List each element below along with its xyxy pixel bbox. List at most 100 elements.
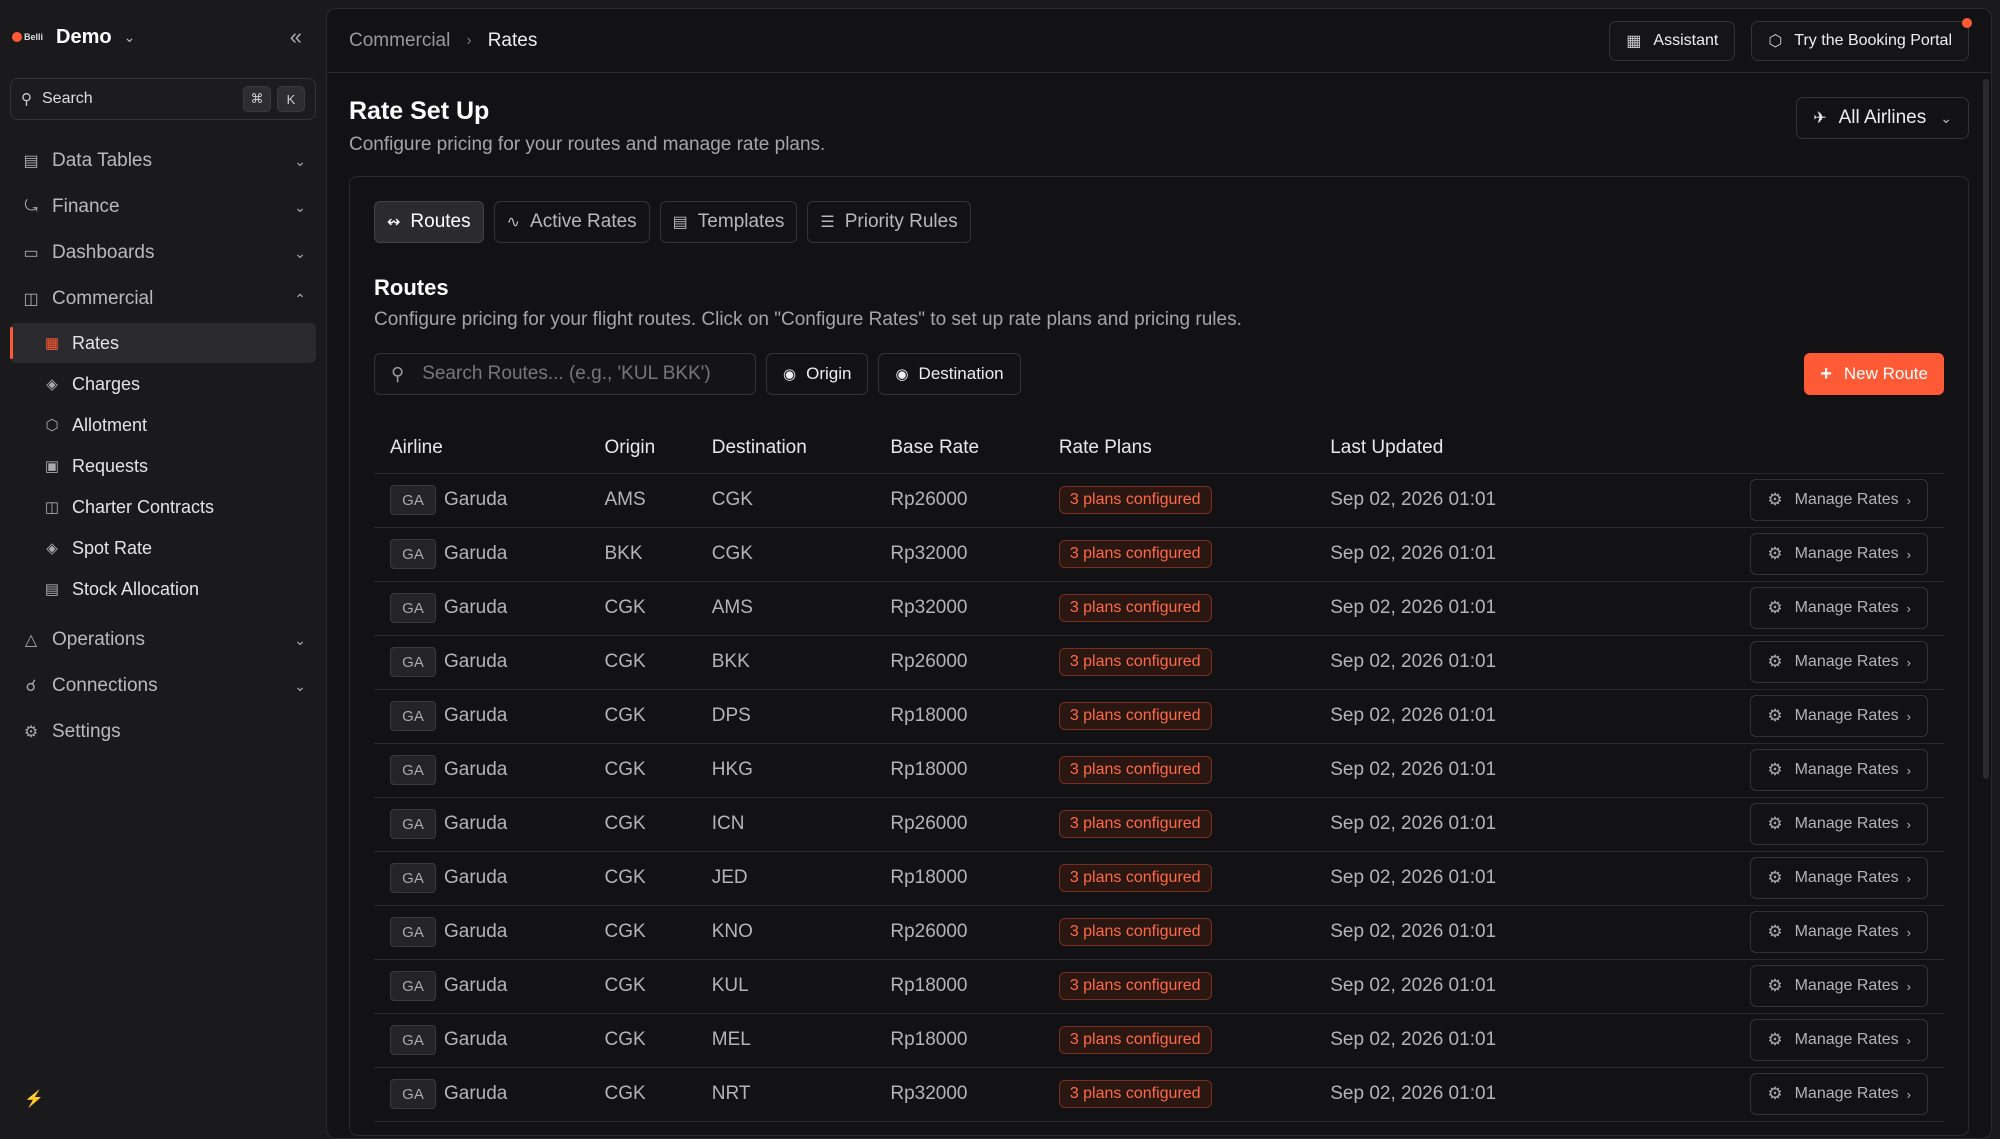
- sidebar: Belli Demo ⌄ « ⚲ Search ⌘ K ▤ Data Table…: [0, 0, 326, 1139]
- sidebar-item-charges[interactable]: ◈ Charges: [10, 364, 316, 404]
- sidebar-item-label: Allotment: [72, 414, 148, 435]
- workspace-switcher[interactable]: Belli Demo ⌄: [10, 16, 316, 58]
- manage-rates-button[interactable]: ⚙ Manage Rates ›: [1750, 1019, 1928, 1061]
- sidebar-item-stock-allocation[interactable]: ▤ Stock Allocation: [10, 569, 316, 609]
- last-updated-cell: Sep 02, 2026 01:01: [1314, 635, 1607, 690]
- airline-cell: GA Garuda: [374, 905, 589, 960]
- nav-group-label: Connections: [52, 675, 158, 696]
- rate-plans-badge: 3 plans configured: [1058, 756, 1212, 784]
- table-row[interactable]: GA Garuda BKK CGK Rp32000 3 plans configured S…: [374, 527, 1944, 582]
- booking-portal-button[interactable]: ⬡ Try the Booking Portal: [1751, 17, 1972, 61]
- nav-group-label: Finance: [52, 196, 120, 217]
- column-header[interactable]: Airline: [374, 423, 589, 474]
- scrollbar[interactable]: [1983, 79, 1989, 779]
- tab-templates[interactable]: ▤ Templates: [659, 201, 798, 243]
- breadcrumb-parent[interactable]: Commercial: [349, 30, 450, 52]
- nav-group-label: Data Tables: [52, 150, 152, 171]
- table-row[interactable]: GA Garuda CGK JED Rp18000 3 plans configured S…: [374, 851, 1944, 906]
- tab-routes[interactable]: ↭ Routes: [374, 201, 484, 243]
- manage-rates-button[interactable]: ⚙ Manage Rates ›: [1750, 641, 1928, 683]
- chevron-right-icon: ›: [1906, 762, 1911, 778]
- gear-icon: ⚙: [1767, 1030, 1783, 1049]
- column-header[interactable]: Destination: [695, 423, 875, 474]
- manage-rates-button[interactable]: ⚙ Manage Rates ›: [1750, 803, 1928, 845]
- nav-group-finance[interactable]: ⤿ Finance ⌄: [10, 184, 316, 230]
- nav-group-settings[interactable]: ⚙ Settings: [10, 709, 316, 755]
- routes-table: Airline Origin Destination Base Rate Rat…: [374, 423, 1944, 1122]
- search-icon: ⚲: [21, 91, 32, 108]
- sidebar-item-spot-rate[interactable]: ◈ Spot Rate: [10, 528, 316, 568]
- airline-name: Garuda: [444, 759, 508, 780]
- manage-rates-button[interactable]: ⚙ Manage Rates ›: [1750, 749, 1928, 791]
- gear-icon: ⚙: [1767, 1084, 1783, 1103]
- package-icon: ⬡: [45, 417, 59, 434]
- manage-rates-button[interactable]: ⚙ Manage Rates ›: [1750, 1073, 1928, 1115]
- manage-rates-button[interactable]: ⚙ Manage Rates ›: [1750, 533, 1928, 575]
- table-row[interactable]: GA Garuda CGK KUL Rp18000 3 plans configured S…: [374, 959, 1944, 1014]
- tab-active-rates[interactable]: ∿ Active Rates: [493, 201, 650, 243]
- sidebar-item-charter-contracts[interactable]: ◫ Charter Contracts: [10, 487, 316, 527]
- actions-cell: ⚙ Manage Rates ›: [1606, 1013, 1944, 1068]
- table-row[interactable]: GA Garuda CGK NRT Rp32000 3 plans configured S…: [374, 1067, 1944, 1122]
- airline-code-badge: GA: [390, 809, 436, 839]
- destination-filter-button[interactable]: ◉ Destination: [878, 353, 1021, 395]
- airline-code-badge: GA: [390, 539, 436, 569]
- table-row[interactable]: GA Garuda CGK AMS Rp32000 3 plans configured S…: [374, 581, 1944, 636]
- rate-plans-cell: 3 plans configured: [1042, 959, 1315, 1014]
- sidebar-item-requests[interactable]: ▣ Requests: [10, 446, 316, 486]
- destination-filter-label: Destination: [918, 364, 1004, 383]
- nav-group-operations[interactable]: △ Operations ⌄: [10, 617, 316, 663]
- manage-rates-button[interactable]: ⚙ Manage Rates ›: [1750, 911, 1928, 953]
- manage-rates-label: Manage Rates: [1794, 653, 1899, 670]
- sidebar-item-allotment[interactable]: ⬡ Allotment: [10, 405, 316, 445]
- plane-icon: ✈: [1813, 110, 1827, 127]
- table-icon: ▤: [23, 153, 39, 170]
- manage-rates-button[interactable]: ⚙ Manage Rates ›: [1750, 587, 1928, 629]
- table-row[interactable]: GA Garuda CGK BKK Rp26000 3 plans configured S…: [374, 635, 1944, 690]
- actions-cell: ⚙ Manage Rates ›: [1606, 851, 1944, 906]
- manage-rates-button[interactable]: ⚙ Manage Rates ›: [1750, 479, 1928, 521]
- collapse-sidebar-icon[interactable]: «: [290, 24, 302, 50]
- rate-plans-badge: 3 plans configured: [1058, 864, 1212, 892]
- map-pin-icon: ◉: [895, 366, 909, 383]
- kbd-cmd: ⌘: [243, 86, 271, 112]
- manage-rates-label: Manage Rates: [1794, 869, 1899, 886]
- nav-group-data-tables[interactable]: ▤ Data Tables ⌄: [10, 138, 316, 184]
- manage-rates-button[interactable]: ⚙ Manage Rates ›: [1750, 695, 1928, 737]
- nav-group-dashboards[interactable]: ▭ Dashboards ⌄: [10, 230, 316, 276]
- manage-rates-button[interactable]: ⚙ Manage Rates ›: [1750, 965, 1928, 1007]
- manage-rates-label: Manage Rates: [1794, 815, 1899, 832]
- column-header[interactable]: Origin: [588, 423, 696, 474]
- table-row[interactable]: GA Garuda CGK DPS Rp18000 3 plans configured S…: [374, 689, 1944, 744]
- sidebar-search[interactable]: ⚲ Search ⌘ K: [10, 78, 316, 120]
- table-row[interactable]: GA Garuda CGK MEL Rp18000 3 plans configured S…: [374, 1013, 1944, 1068]
- column-header[interactable]: Base Rate: [874, 423, 1043, 474]
- new-route-button[interactable]: + New Route: [1804, 353, 1944, 395]
- rate-plans-cell: 3 plans configured: [1042, 1067, 1315, 1122]
- column-header[interactable]: Last Updated: [1314, 423, 1607, 474]
- list-icon: ☰: [820, 214, 835, 231]
- origin-filter-button[interactable]: ◉ Origin: [766, 353, 869, 395]
- assistant-button[interactable]: ▦ Assistant: [1609, 20, 1736, 61]
- table-row[interactable]: GA Garuda AMS CGK Rp26000 3 plans configured S…: [374, 473, 1944, 528]
- route-search-input[interactable]: [422, 363, 723, 385]
- lightning-icon[interactable]: ⚡: [24, 1089, 44, 1109]
- table-row[interactable]: GA Garuda CGK KNO Rp26000 3 plans configured S…: [374, 905, 1944, 960]
- table-row[interactable]: GA Garuda CGK ICN Rp26000 3 plans configured S…: [374, 797, 1944, 852]
- origin-cell: CGK: [588, 1067, 696, 1122]
- package-icon: ⬡: [1768, 32, 1783, 50]
- airline-select[interactable]: ✈ All Airlines ⌄: [1796, 97, 1969, 139]
- search-label: Search: [42, 90, 93, 107]
- nav-group-commercial[interactable]: ◫ Commercial ⌃: [10, 276, 316, 322]
- table-row[interactable]: GA Garuda CGK HKG Rp18000 3 plans configured S…: [374, 743, 1944, 798]
- actions-cell: ⚙ Manage Rates ›: [1606, 959, 1944, 1014]
- column-header[interactable]: Rate Plans: [1042, 423, 1315, 474]
- origin-cell: CGK: [588, 797, 696, 852]
- gear-icon: ⚙: [1767, 814, 1783, 833]
- tab-priority-rules[interactable]: ☰ Priority Rules: [807, 201, 971, 243]
- nav-group-connections[interactable]: ☌ Connections ⌄: [10, 663, 316, 709]
- manage-rates-button[interactable]: ⚙ Manage Rates ›: [1750, 857, 1928, 899]
- sidebar-item-rates[interactable]: ▦ Rates: [10, 323, 316, 363]
- destination-cell: HKG: [695, 743, 875, 798]
- base-rate-cell: Rp26000: [874, 473, 1043, 528]
